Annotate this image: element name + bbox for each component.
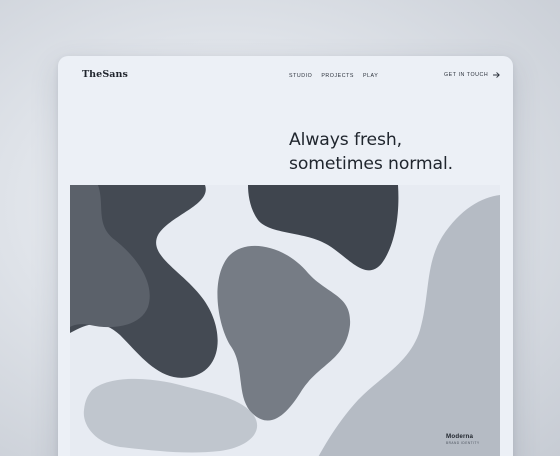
mid-blob-center — [217, 245, 351, 421]
light-blob-bottom — [83, 378, 258, 453]
nav-item-play[interactable]: PLAY — [363, 73, 378, 79]
main-nav: STUDIO PROJECTS PLAY — [289, 73, 378, 79]
brand-logo[interactable]: TheSans — [82, 69, 128, 80]
abstract-blobs-illustration — [70, 185, 500, 456]
project-subtitle: BRAND IDENTITY — [446, 441, 480, 445]
project-caption: Moderna BRAND IDENTITY — [446, 433, 480, 445]
project-title: Moderna — [446, 433, 474, 440]
hero-headline: Always fresh, sometimes normal. — [289, 128, 453, 176]
project-artwork[interactable]: Moderna BRAND IDENTITY — [70, 185, 500, 456]
get-in-touch-link[interactable]: GET IN TOUCH — [444, 72, 500, 78]
get-in-touch-label: GET IN TOUCH — [444, 72, 489, 78]
hero-headline-line-2: sometimes normal. — [289, 153, 454, 174]
nav-item-projects[interactable]: PROJECTS — [321, 73, 354, 79]
arrow-right-icon — [493, 72, 500, 78]
nav-item-studio[interactable]: STUDIO — [289, 73, 312, 79]
browser-window: TheSans STUDIO PROJECTS PLAY GET IN TOUC… — [58, 56, 513, 456]
hero-headline-line-1: Always fresh, — [289, 129, 403, 150]
